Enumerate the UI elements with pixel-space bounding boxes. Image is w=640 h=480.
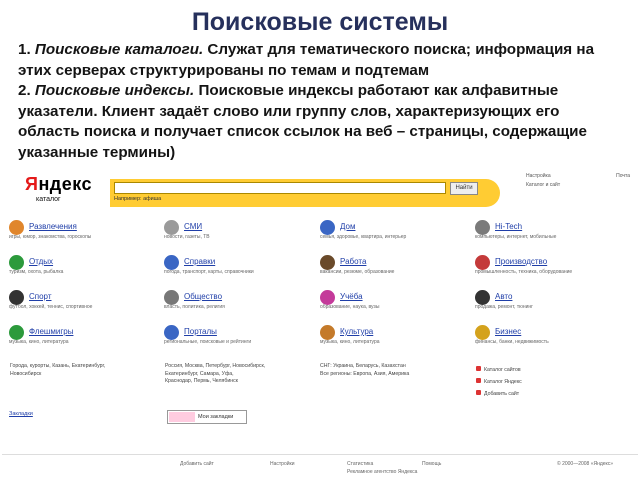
category-name[interactable]: Культура: [340, 327, 373, 336]
copyright: © 2000—2008 «Яндекс»: [557, 461, 614, 467]
footer-note[interactable]: Рекламное агентство Яндекса: [347, 469, 417, 475]
region-line: Россия, Москва, Петербург, Новосибирск,: [165, 363, 266, 369]
reference-icon: [164, 255, 179, 270]
media-icon: [164, 220, 179, 235]
point-1-term: Поисковые каталоги.: [34, 41, 204, 58]
point-2-term: Поисковые индексы.: [34, 82, 195, 99]
category-subtopics: компьютеры, интернет, мобильные: [475, 234, 557, 240]
region-line: Города, курорты, Казань, Екатеринбург,: [10, 363, 106, 369]
top-right-links: Настройка Почта Каталог и сайт: [526, 172, 636, 190]
catalog-link[interactable]: Каталог и сайт: [526, 181, 636, 190]
point-2: 2. Поисковые индексы. Поисковые индексы …: [18, 81, 618, 163]
auto-icon: [475, 290, 490, 305]
category-name[interactable]: Hi-Tech: [495, 222, 522, 231]
category-name[interactable]: Отдых: [29, 257, 53, 266]
category-name[interactable]: СМИ: [184, 222, 202, 231]
portals-icon: [164, 325, 179, 340]
category-name[interactable]: Бизнес: [495, 327, 521, 336]
category-name[interactable]: Работа: [340, 257, 366, 266]
category-name[interactable]: Порталы: [184, 327, 217, 336]
category-name[interactable]: Общество: [184, 292, 222, 301]
region-line: Все регионы: Европа, Азия, Америка: [320, 370, 410, 377]
category-name[interactable]: Спорт: [29, 292, 52, 301]
category-subtopics: региональные, поисковые и рейтинги: [164, 339, 252, 345]
footer-link[interactable]: Статистика: [347, 461, 373, 467]
study-icon: [320, 290, 335, 305]
category-subtopics: новости, газеты, ТВ: [164, 234, 210, 240]
category-name[interactable]: Учёба: [340, 292, 363, 301]
category-subtopics: промышленность, техника, оборудование: [475, 269, 573, 275]
category-subtopics: футбол, хоккей, теннис, спортивное: [9, 304, 93, 310]
production-icon: [475, 255, 490, 270]
category-subtopics: продажа, ремонт, тюнинг: [475, 304, 533, 310]
category-subtopics: финансы, банки, недвижимость: [475, 339, 549, 345]
footer-link[interactable]: Помощь: [422, 461, 441, 467]
category-name[interactable]: Авто: [495, 292, 512, 301]
sport-icon: [9, 290, 24, 305]
point-1: 1. Поисковые каталоги. Служат для темати…: [18, 40, 618, 81]
region-link[interactable]: Новосибирск: [10, 371, 105, 379]
regions-col-2: Россия, Москва, Петербург, Новосибирск, …: [165, 363, 265, 386]
selection-highlight: [169, 412, 195, 422]
promo-links: Каталог сайтов Каталог Яндекс Добавить с…: [476, 364, 522, 400]
promo-icon: [476, 366, 481, 371]
bookmarks-select[interactable]: Мои закладки: [167, 410, 247, 424]
region-link[interactable]: Екатеринбург, Самара, Уфа,: [165, 371, 265, 379]
category-subtopics: музыка, кино, литература: [320, 339, 380, 345]
yandex-catalog-screenshot: Яндекс каталог Найти Например: афиша Нас…: [2, 166, 638, 478]
regions-col-3: СНГ: Украина, Беларусь, Казахстан Все ре…: [320, 363, 409, 378]
footer-link[interactable]: Настройки: [270, 461, 295, 467]
category-name[interactable]: Справки: [184, 257, 215, 266]
promo-link[interactable]: Добавить сайт: [476, 388, 522, 400]
category-subtopics: игры, юмор, знакомства, гороскопы: [9, 234, 92, 240]
search-button[interactable]: Найти: [450, 182, 478, 195]
work-icon: [320, 255, 335, 270]
category-name[interactable]: Дом: [340, 222, 355, 231]
category-subtopics: власть, политика, религия: [164, 304, 225, 310]
slide-title: Поисковые системы: [191, 8, 449, 36]
leisure-icon: [9, 255, 24, 270]
society-icon: [164, 290, 179, 305]
category-subtopics: музыка, кино, литература: [9, 339, 69, 345]
business-icon: [475, 325, 490, 340]
search-example: Например: афиша: [114, 196, 162, 202]
category-subtopics: вакансии, резюме, образование: [320, 269, 395, 275]
flash-icon: [9, 325, 24, 340]
promo-link[interactable]: Каталог Яндекс: [476, 376, 522, 388]
bookmarks-link[interactable]: Закладки: [9, 411, 33, 417]
category-name[interactable]: Производство: [495, 257, 547, 266]
promo-link[interactable]: Каталог сайтов: [476, 364, 522, 376]
search-input[interactable]: [114, 182, 446, 194]
promo-icon: [476, 378, 481, 383]
footer: Добавить сайт Настройки Статистика Помощ…: [2, 454, 638, 477]
promo-icon: [476, 390, 481, 395]
point-2-number: 2.: [18, 82, 35, 99]
hitech-icon: [475, 220, 490, 235]
region-link[interactable]: Краснодар, Пермь, Челябинск: [165, 378, 265, 386]
entertainment-icon: [9, 220, 24, 235]
category-subtopics: туризм, охота, рыбалка: [9, 269, 64, 275]
culture-icon: [320, 325, 335, 340]
yandex-logo: Яндекс: [25, 174, 93, 194]
logo-subtitle: каталог: [36, 196, 61, 203]
point-1-number: 1.: [18, 41, 35, 58]
slide-text: 1. Поисковые каталоги. Служат для темати…: [18, 40, 618, 163]
home-icon: [320, 220, 335, 235]
category-subtopics: образование, наука, вузы: [320, 304, 380, 310]
search-bar: Найти Например: афиша: [110, 179, 500, 207]
mail-link[interactable]: Почта: [616, 172, 630, 181]
category-subtopics: погода, транспорт, карты, справочники: [164, 269, 254, 275]
category-name[interactable]: Флешмигры: [29, 327, 73, 336]
footer-link[interactable]: Добавить сайт: [180, 461, 214, 467]
category-subtopics: семья, здоровье, квартира, интерьер: [320, 234, 407, 240]
region-line: СНГ: Украина, Беларусь, Казахстан: [320, 363, 406, 369]
regions-col-1: Города, курорты, Казань, Екатеринбург, Н…: [10, 363, 105, 378]
category-name[interactable]: Развлечения: [29, 222, 77, 231]
